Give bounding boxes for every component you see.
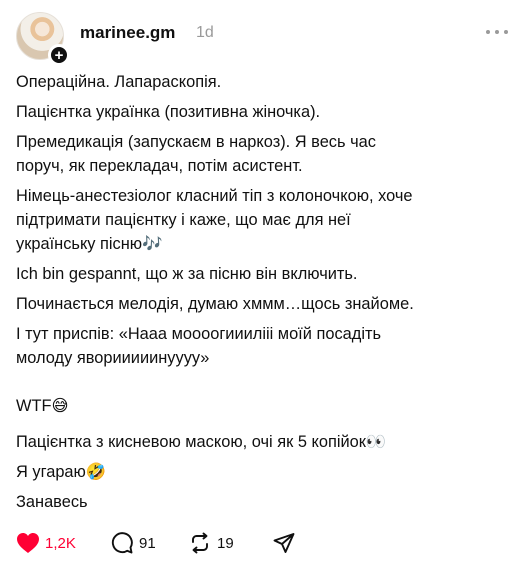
- timestamp: 1d: [196, 24, 214, 41]
- share-button[interactable]: [272, 530, 296, 556]
- thread-post: + marinee.gm 1d Операційна. Лапараскопія…: [0, 0, 526, 572]
- post-text-line: поруч, як перекладач, потім асистент.: [16, 157, 303, 175]
- post-text-line: Пацієнтка українка (позитивна жіночка).: [16, 103, 321, 121]
- post-text-line: Я угараю🤣: [16, 463, 107, 481]
- post-text-line: І тут приспів: «Нааа моооогииилііі моїй …: [16, 325, 382, 343]
- repost-button[interactable]: 19: [188, 530, 234, 556]
- reply-button[interactable]: 91: [110, 530, 156, 556]
- post-text-line: Операційна. Лапараскопія.: [16, 73, 222, 91]
- post-text-line: Премедикація (запускаєм в наркоз). Я вес…: [16, 133, 376, 151]
- post-text-line: молоду яворииииинуууу»: [16, 349, 210, 367]
- post-paragraph: Німець-анестезіолог класний тіп з колоно…: [16, 184, 413, 256]
- post-text-line: Ich bin gespannt, що ж за пісню він вклю…: [16, 265, 358, 283]
- post-text-line: підтримати пацієнтку і каже, що має для …: [16, 211, 351, 229]
- post-actions: 1,2K 91 19: [16, 530, 316, 556]
- username[interactable]: marinee.gm: [80, 23, 175, 43]
- more-options-icon[interactable]: [486, 28, 508, 36]
- post-text-line: Пацієнтка з кисневою маскою, очі як 5 ко…: [16, 433, 387, 451]
- repost-icon: [192, 532, 208, 554]
- comment-icon: [111, 532, 133, 554]
- post-text-line: Німець-анестезіолог класний тіп з колоно…: [16, 187, 413, 205]
- like-button[interactable]: 1,2K: [16, 530, 76, 556]
- post-paragraph: І тут приспів: «Нааа моооогииилііі моїй …: [16, 322, 381, 370]
- post-paragraph: Премедикація (запускаєм в наркоз). Я вес…: [16, 130, 376, 178]
- send-icon: [273, 533, 295, 553]
- post-header: + marinee.gm 1d: [16, 12, 510, 66]
- post-text-line: Починається мелодія, думаю хммм…щось зна…: [16, 295, 414, 313]
- heart-icon: [17, 533, 39, 553]
- follow-plus-icon[interactable]: +: [48, 44, 70, 66]
- post-text-line: Занавесь: [16, 493, 88, 511]
- reply-count: 91: [139, 534, 156, 552]
- like-count: 1,2K: [45, 534, 76, 552]
- post-text-line: WTF😅: [16, 397, 69, 415]
- repost-count: 19: [217, 534, 234, 552]
- post-text-line: українську пісню🎶: [16, 235, 163, 253]
